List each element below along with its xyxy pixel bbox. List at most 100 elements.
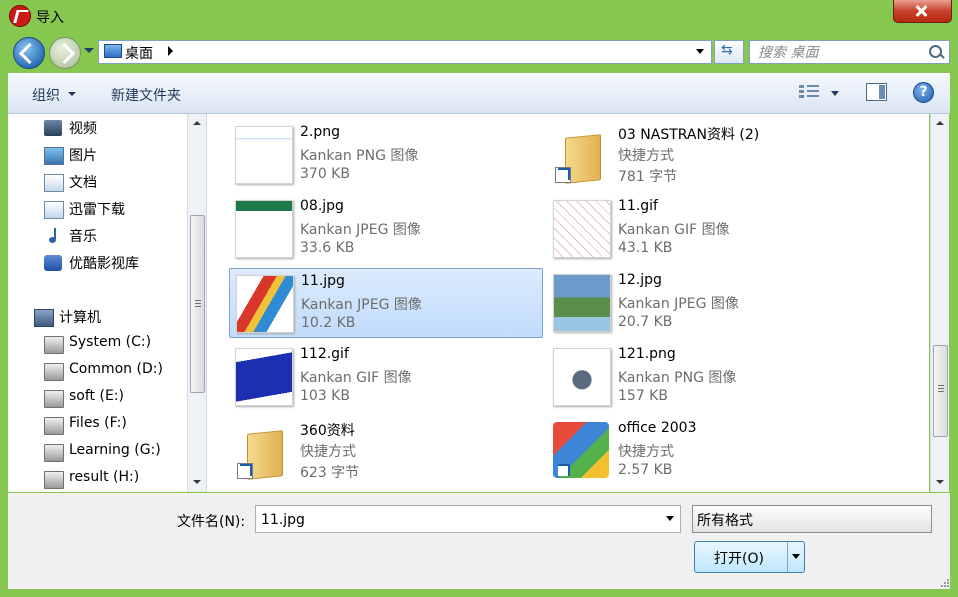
- scroll-up-icon[interactable]: [936, 121, 944, 125]
- search-box[interactable]: [749, 40, 950, 64]
- title-bar[interactable]: 导入: [0, 0, 958, 32]
- filename-combobox[interactable]: [255, 505, 681, 533]
- search-icon[interactable]: [929, 45, 942, 58]
- file-type: 快捷方式: [618, 444, 674, 460]
- view-options-icon[interactable]: [799, 84, 821, 100]
- file-item[interactable]: 08.jpg Kankan JPEG 图像 33.6 KB: [229, 194, 541, 262]
- forward-button[interactable]: [49, 37, 81, 69]
- nav-item-label: System (C:): [69, 334, 152, 350]
- music-icon: [44, 228, 62, 244]
- image-thumbnail: [235, 200, 293, 258]
- nav-item-label: soft (E:): [69, 388, 124, 404]
- file-size: 781 字节: [618, 169, 678, 185]
- file-type: 快捷方式: [300, 444, 356, 460]
- office-shortcut-icon: [553, 422, 609, 478]
- pictures-icon: [44, 147, 64, 165]
- scroll-down-icon[interactable]: [936, 480, 944, 484]
- image-thumbnail: [235, 348, 293, 406]
- search-input[interactable]: [756, 43, 920, 63]
- open-button[interactable]: 打开(O): [694, 541, 790, 573]
- address-bar[interactable]: [98, 40, 712, 64]
- drive-icon: [44, 417, 64, 435]
- image-thumbnail: [553, 348, 611, 406]
- history-dropdown-icon[interactable]: [84, 48, 94, 53]
- folder-shortcut-icon: [235, 422, 291, 479]
- nav-item-label: Common (D:): [69, 361, 163, 377]
- preview-pane-icon[interactable]: [866, 83, 887, 101]
- window-title: 导入: [36, 10, 64, 26]
- file-type: Kankan GIF 图像: [618, 222, 730, 238]
- file-name: 12.jpg: [618, 272, 662, 288]
- file-size: 157 KB: [618, 388, 668, 404]
- image-thumbnail: [553, 200, 611, 258]
- open-options-dropdown-icon[interactable]: [787, 541, 805, 573]
- file-size: 33.6 KB: [300, 240, 355, 256]
- filename-input[interactable]: [259, 509, 653, 530]
- back-button[interactable]: [13, 37, 45, 69]
- file-size: 43.1 KB: [618, 240, 673, 256]
- folder-shortcut-icon: [553, 126, 609, 183]
- app-logo-icon: [9, 5, 31, 27]
- filename-label: 文件名(N):: [177, 514, 246, 530]
- file-name: 11.gif: [618, 198, 658, 214]
- file-scrollbar-thumb[interactable]: [933, 345, 948, 437]
- nav-item-label: 文档: [69, 175, 97, 191]
- file-list-scrollbar[interactable]: [930, 114, 949, 492]
- file-list: 2.png Kankan PNG 图像 370 KB 03 NASTRAN资料 (2)…: [207, 114, 929, 492]
- file-name: 112.gif: [300, 346, 349, 362]
- organize-button[interactable]: 组织: [32, 85, 60, 105]
- breadcrumb-chevron-icon[interactable]: [168, 46, 173, 56]
- drive-icon: [44, 471, 64, 489]
- file-name: 2.png: [300, 124, 341, 140]
- file-item[interactable]: 112.gif Kankan GIF 图像 103 KB: [229, 342, 541, 410]
- file-size: 623 字节: [300, 465, 360, 481]
- new-folder-button[interactable]: 新建文件夹: [111, 85, 181, 105]
- drive-icon: [44, 444, 64, 462]
- nav-scrollbar[interactable]: [187, 114, 206, 492]
- file-type-select[interactable]: 所有格式: [692, 505, 932, 533]
- file-item[interactable]: 11.jpg Kankan JPEG 图像 10.2 KB: [229, 268, 543, 338]
- refresh-button[interactable]: ⇆: [714, 40, 744, 64]
- scroll-up-icon[interactable]: [193, 121, 201, 125]
- file-name: 08.jpg: [300, 198, 344, 214]
- nav-item-label: Learning (G:): [69, 442, 161, 458]
- file-item[interactable]: 12.jpg Kankan JPEG 图像 20.7 KB: [547, 268, 859, 336]
- close-button[interactable]: [893, 0, 952, 23]
- view-dropdown-icon[interactable]: [831, 91, 839, 96]
- filename-dropdown-icon[interactable]: [666, 516, 674, 521]
- image-thumbnail: [235, 126, 293, 184]
- image-thumbnail: [553, 274, 611, 332]
- address-dropdown-icon[interactable]: [696, 49, 704, 54]
- file-type: 快捷方式: [618, 148, 674, 164]
- file-size: 2.57 KB: [618, 462, 673, 478]
- navigation-pane: [8, 114, 207, 492]
- file-name: 360资料: [300, 423, 355, 439]
- address-breadcrumb[interactable]: 桌面: [125, 43, 153, 63]
- youku-icon: [44, 255, 62, 271]
- shortcut-arrow-icon: [558, 168, 570, 180]
- file-type: Kankan JPEG 图像: [300, 222, 421, 238]
- resize-grip-icon[interactable]: [940, 578, 950, 588]
- file-name: 03 NASTRAN资料 (2): [618, 127, 760, 143]
- drive-icon: [44, 390, 64, 408]
- file-item[interactable]: 121.png Kankan PNG 图像 157 KB: [547, 342, 859, 410]
- scroll-down-icon[interactable]: [193, 480, 201, 484]
- file-item[interactable]: 360资料快捷方式 623 字节: [229, 416, 541, 484]
- organize-dropdown-icon[interactable]: [68, 92, 76, 96]
- file-type: Kankan GIF 图像: [300, 370, 412, 386]
- import-dialog: 导入 桌面 ⇆ 组织 新建文件夹 ? 视频图片文档迅雷下载音乐优酷影视库计算机 S…: [0, 0, 958, 597]
- file-size: 20.7 KB: [618, 314, 673, 330]
- file-item[interactable]: office 2003 快捷方式 2.57 KB: [547, 416, 859, 484]
- file-item[interactable]: 03 NASTRAN资料 (2) 快捷方式 781 字节: [547, 120, 859, 188]
- nav-item-label: 优酷影视库: [69, 256, 139, 272]
- file-size: 103 KB: [300, 388, 350, 404]
- file-name: office 2003: [618, 420, 697, 436]
- file-item[interactable]: 11.gif Kankan GIF 图像 43.1 KB: [547, 194, 859, 262]
- nav-scrollbar-thumb[interactable]: [190, 215, 205, 393]
- video-icon: [44, 120, 62, 136]
- desktop-icon: [104, 44, 122, 58]
- nav-item-label: result (H:): [69, 469, 140, 485]
- nav-item-label: 计算机: [59, 310, 101, 326]
- help-icon[interactable]: ?: [913, 82, 934, 103]
- file-item[interactable]: 2.png Kankan PNG 图像 370 KB: [229, 120, 541, 188]
